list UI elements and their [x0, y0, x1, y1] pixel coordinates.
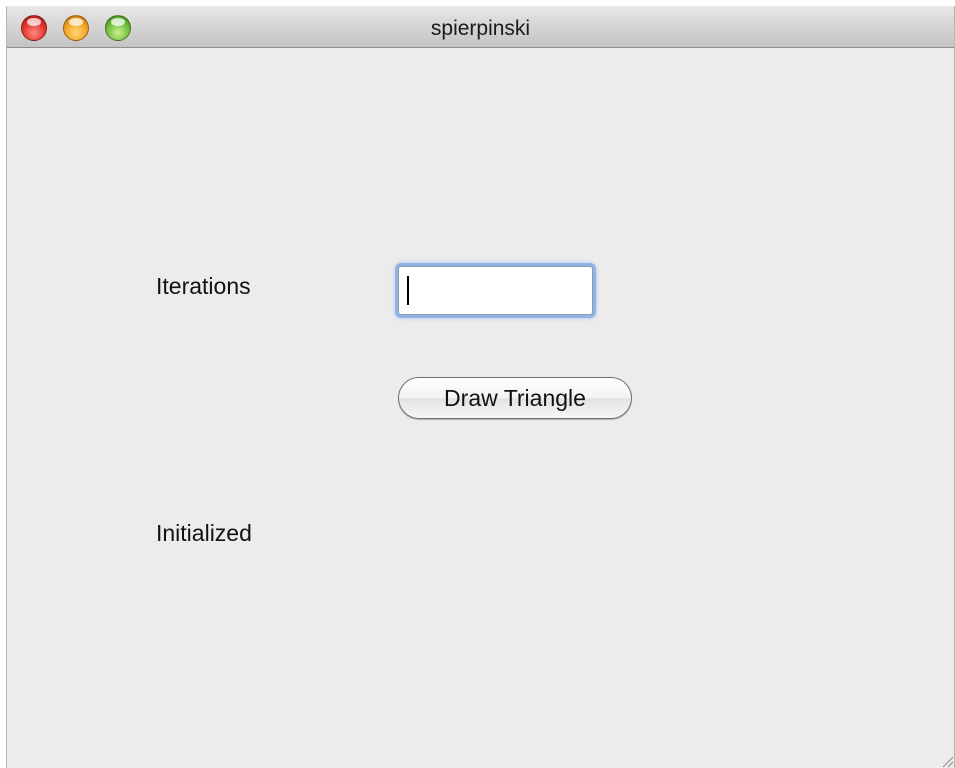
text-caret: [407, 276, 409, 305]
draw-triangle-button[interactable]: Draw Triangle: [398, 377, 632, 419]
app-window: spierpinski Iterations Draw Triangle Ini…: [6, 6, 955, 768]
title-bar[interactable]: spierpinski: [7, 6, 954, 48]
window-title: spierpinski: [430, 17, 531, 40]
iterations-label: Iterations: [156, 273, 251, 299]
iterations-input[interactable]: [398, 266, 593, 315]
status-text: Initialized: [156, 520, 252, 546]
resize-grip-icon[interactable]: [938, 752, 954, 768]
